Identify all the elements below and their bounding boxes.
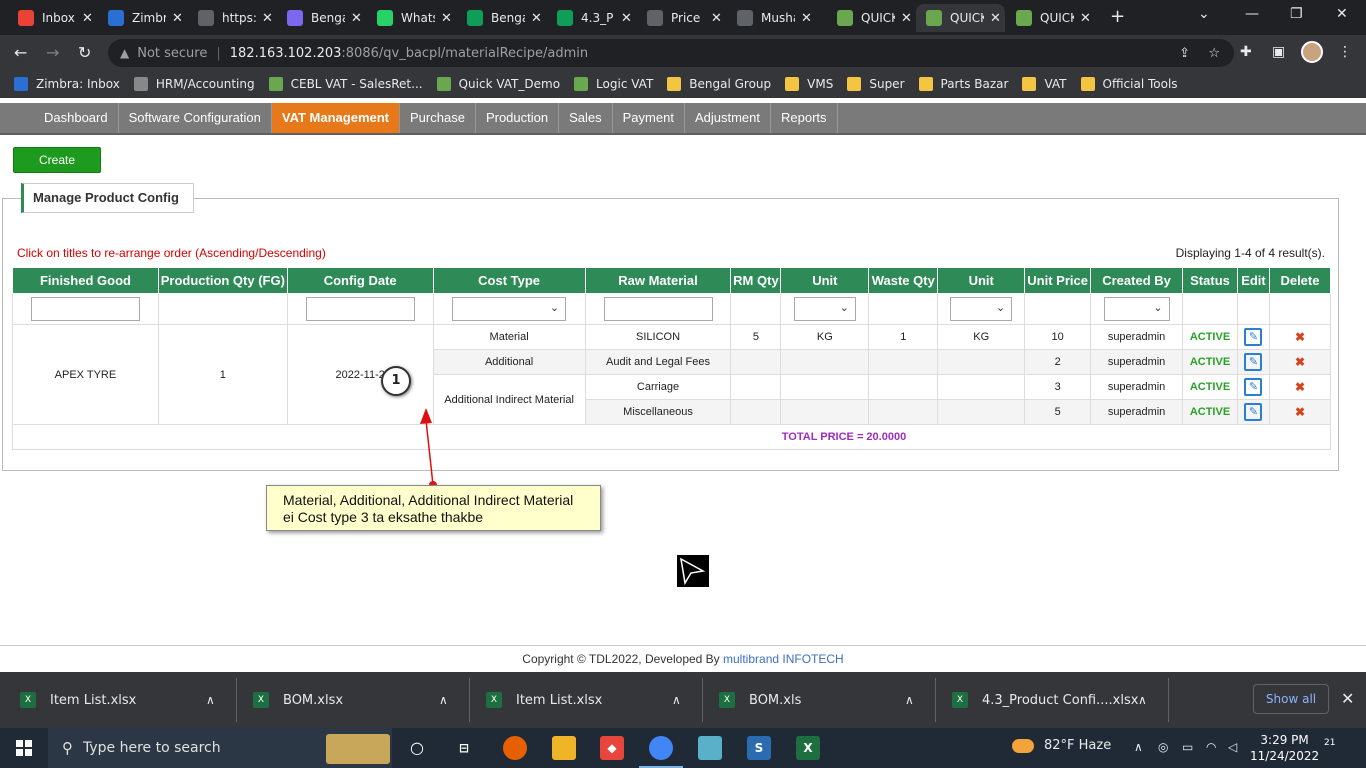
download-item[interactable]: X 4.3_Product Confi....xlsx ∧: [952, 682, 1162, 718]
task-view-icon[interactable]: ⊟: [452, 736, 476, 760]
chevron-up-icon[interactable]: ∧: [206, 693, 215, 707]
search-placeholder: Type here to search: [83, 740, 221, 756]
file-explorer-icon[interactable]: [552, 736, 576, 760]
download-divider: [935, 678, 936, 722]
search-highlight-image: [326, 734, 390, 764]
notification-count: 21: [1324, 738, 1336, 748]
download-item[interactable]: X BOM.xls ∧: [719, 682, 929, 718]
annotation-callout: Material, Additional, Additional Indirec…: [266, 485, 601, 531]
excel-icon[interactable]: X: [796, 736, 820, 760]
volume-icon[interactable]: ◁: [1228, 740, 1237, 754]
developer-link[interactable]: multibrand INFOTECH: [723, 652, 844, 666]
page-footer: Copyright © TDL2022, Developed By multib…: [0, 645, 1366, 672]
download-name: BOM.xlsx: [283, 692, 344, 708]
tray-chevron-icon[interactable]: ∧: [1134, 740, 1143, 754]
annotation-marker: 1: [381, 366, 411, 396]
clock[interactable]: 3:29 PM 11/24/2022: [1250, 732, 1319, 764]
excel-file-icon: X: [719, 692, 735, 708]
clock-time: 3:29 PM: [1260, 733, 1309, 747]
excel-file-icon: X: [952, 692, 968, 708]
download-divider: [702, 678, 703, 722]
close-shelf-icon[interactable]: ✕: [1341, 689, 1354, 708]
notepad-icon[interactable]: [698, 736, 722, 760]
excel-file-icon: X: [253, 692, 269, 708]
windows-start-icon[interactable]: [16, 740, 32, 756]
download-divider: [236, 678, 237, 722]
chrome-icon[interactable]: [649, 736, 673, 760]
chevron-up-icon[interactable]: ∧: [672, 693, 681, 707]
cursor-icon: [677, 555, 709, 587]
firefox-icon[interactable]: [503, 736, 527, 760]
download-name: Item List.xlsx: [50, 692, 137, 708]
chevron-up-icon[interactable]: ∧: [1138, 693, 1147, 707]
download-name: Item List.xlsx: [516, 692, 603, 708]
taskbar-search-input[interactable]: ⚲ Type here to search: [48, 728, 392, 768]
download-shelf: X Item List.xlsx ∧ X BOM.xlsx ∧ X Item List.xls…: [0, 672, 1366, 728]
cortana-icon[interactable]: ○: [405, 736, 429, 760]
weather-widget[interactable]: 82°F Haze: [1012, 738, 1111, 753]
download-divider: [469, 678, 470, 722]
download-name: 4.3_Product Confi....xlsx: [982, 692, 1139, 708]
download-item[interactable]: X BOM.xlsx ∧: [253, 682, 463, 718]
download-item[interactable]: X Item List.xlsx ∧: [486, 682, 696, 718]
excel-file-icon: X: [20, 692, 36, 708]
search-icon: ⚲: [62, 739, 73, 757]
download-divider: [1168, 678, 1169, 722]
weather-icon: [1012, 738, 1034, 753]
meet-icon[interactable]: ◎: [1158, 740, 1168, 754]
anydesk-icon[interactable]: ◆: [600, 736, 624, 760]
wifi-icon[interactable]: ◠: [1206, 740, 1216, 754]
callout-line: Material, Additional, Additional Indirec…: [283, 492, 574, 508]
download-name: BOM.xls: [749, 692, 802, 708]
excel-file-icon: X: [486, 692, 502, 708]
notification-icon[interactable]: 21: [1324, 738, 1346, 758]
app-s-icon[interactable]: S: [747, 736, 771, 760]
footer-text: Copyright © TDL2022, Developed By: [522, 652, 724, 666]
battery-icon[interactable]: ▭: [1182, 740, 1193, 754]
callout-line: ei Cost type 3 ta eksathe thakbe: [283, 509, 484, 525]
chevron-up-icon[interactable]: ∧: [905, 693, 914, 707]
weather-text: 82°F Haze: [1044, 738, 1112, 753]
download-item[interactable]: X Item List.xlsx ∧: [20, 682, 230, 718]
windows-taskbar: ⚲ Type here to search ○ ⊟ ◆ S X 82°F Haz…: [0, 728, 1366, 768]
show-all-button[interactable]: Show all: [1253, 684, 1329, 714]
chevron-up-icon[interactable]: ∧: [439, 693, 448, 707]
clock-date: 11/24/2022: [1250, 749, 1320, 763]
